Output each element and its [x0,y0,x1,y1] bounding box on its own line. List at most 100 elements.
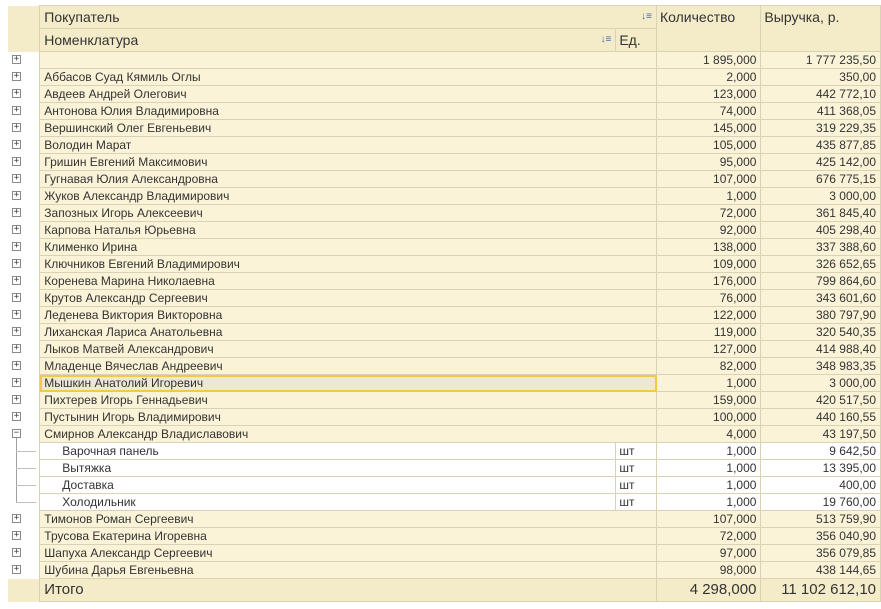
tree-cell: + [8,238,41,256]
plus-box-icon[interactable]: + [12,564,21,574]
buyer-name: Крутов Александр Сергеевич [39,289,657,307]
plus-box-icon[interactable]: + [12,394,21,404]
tree-cell: + [8,51,41,69]
plus-box-icon[interactable]: + [12,139,21,149]
row-qty: 72,000 [655,527,762,545]
plus-box-icon[interactable]: + [12,71,21,81]
plus-box-icon[interactable]: + [12,275,21,285]
group-row[interactable]: + Леденева Виктория Викторовна 122,000 380 … [8,306,881,324]
sort-icon[interactable]: ↓≡ [641,7,652,28]
group-row[interactable]: + Запозных Игорь Алексеевич 72,000 361 845,… [8,204,881,222]
plus-box-icon[interactable]: + [12,292,21,302]
minus-box-icon[interactable]: − [12,428,21,438]
column-header-item[interactable]: Номенклатура ↓≡ [39,28,617,52]
group-row[interactable]: + Лиханская Лариса Анатольевна 119,000 320 … [8,323,881,341]
group-row[interactable]: + Антонова Юлия Владимировна 74,000 411 368… [8,102,881,120]
group-row[interactable]: + Аббасов Суад Кямиль Оглы 2,000 350,00 [8,68,881,86]
row-qty: 145,000 [655,119,762,137]
tree-cell: + [8,255,41,273]
header-row-1: Покупатель ↓≡ Количество Выручка, р. [8,5,881,52]
buyer-name: Лыков Матвей Александрович [39,340,657,358]
group-row[interactable]: + Пихтерев Игорь Геннадьевич 159,000 420 51… [8,391,881,409]
buyer-name: Карпова Наталья Юрьевна [39,221,657,239]
tree-cell: + [8,221,41,239]
buyer-name: Пустынин Игорь Владимирович [39,408,657,426]
plus-box-icon[interactable]: + [12,309,21,319]
group-row[interactable]: + Пустынин Игорь Владимирович 100,000 440 1… [8,408,881,426]
buyer-name: Трусова Екатерина Игоревна [39,527,657,545]
tree-cell: + [8,357,41,375]
plus-box-icon[interactable]: + [12,88,21,98]
group-row[interactable]: + Шапуха Александр Сергеевич 97,000 356 079… [8,544,881,562]
tree-cell [8,493,41,511]
detail-row[interactable]: Варочная панель шт 1,000 9 642,50 [8,442,881,460]
plus-box-icon[interactable]: + [12,360,21,370]
plus-box-icon[interactable]: + [12,173,21,183]
group-row[interactable]: + Трусова Екатерина Игоревна 72,000 356 040… [8,527,881,545]
report-table: Покупатель ↓≡ Количество Выручка, р. Ном… [8,5,881,602]
detail-row[interactable]: Холодильник шт 1,000 19 760,00 [8,493,881,511]
group-row[interactable]: + Крутов Александр Сергеевич 76,000 343 601… [8,289,881,307]
plus-box-icon[interactable]: + [12,411,21,421]
column-header-unit[interactable]: Ед. [615,28,657,52]
column-header-revenue[interactable]: Выручка, р. [760,5,881,52]
plus-box-icon[interactable]: + [12,343,21,353]
group-row[interactable]: + Мышкин Анатолий Игоревич 1,000 3 000,00 [8,374,881,392]
group-row[interactable]: + Карпова Наталья Юрьевна 92,000 405 298,40 [8,221,881,239]
group-row[interactable]: + Гугнавая Юлия Александровна 107,000 676 7… [8,170,881,188]
buyer-name: Авдеев Андрей Олегович [39,85,657,103]
group-row[interactable]: + Гришин Евгений Максимович 95,000 425 142,… [8,153,881,171]
group-row[interactable]: + Жуков Александр Владимирович 1,000 3 000,… [8,187,881,205]
row-qty: 1,000 [655,187,762,205]
group-row[interactable]: − Смирнов Александр Владиславович 4,000 43 … [8,425,881,443]
buyer-name: Клименко Ирина [39,238,657,256]
row-qty: 1,000 [655,374,762,392]
item-name: Холодильник [39,493,617,511]
plus-box-icon[interactable]: + [12,513,21,523]
plus-box-icon[interactable]: + [12,530,21,540]
row-qty: 1,000 [655,442,762,460]
plus-box-icon[interactable]: + [12,224,21,234]
group-row[interactable]: + Вершинский Олег Евгеньевич 145,000 319 22… [8,119,881,137]
detail-row[interactable]: Доставка шт 1,000 400,00 [8,476,881,494]
group-row[interactable]: + Тимонов Роман Сергеевич 107,000 513 759,9… [8,510,881,528]
plus-box-icon[interactable]: + [12,241,21,251]
plus-box-icon[interactable]: + [12,54,21,64]
row-qty: 159,000 [655,391,762,409]
group-row[interactable]: + Шубина Дарья Евгеньевна 98,000 438 144,65 [8,561,881,579]
plus-box-icon[interactable]: + [12,377,21,387]
row-revenue: 442 772,10 [760,85,881,103]
group-row[interactable]: + Авдеев Андрей Олегович 123,000 442 772,10 [8,85,881,103]
plus-box-icon[interactable]: + [12,207,21,217]
group-row[interactable]: + Младенце Вячеслав Андреевич 82,000 348 98… [8,357,881,375]
tree-cell: + [8,527,41,545]
tree-cell [8,578,41,602]
row-qty: 176,000 [655,272,762,290]
row-qty: 107,000 [655,510,762,528]
row-qty: 122,000 [655,306,762,324]
total-revenue: 11 102 612,10 [760,578,881,602]
item-name: Вытяжка [39,459,617,477]
sort-icon[interactable]: ↓≡ [600,30,611,51]
group-row[interactable]: + Володин Марат 105,000 435 877,85 [8,136,881,154]
column-header-qty[interactable]: Количество [655,5,762,52]
group-row[interactable]: + Ключников Евгений Владимирович 109,000 32… [8,255,881,273]
column-header-buyer[interactable]: Покупатель ↓≡ [39,5,657,29]
detail-row[interactable]: Вытяжка шт 1,000 13 395,00 [8,459,881,477]
tree-cell: + [8,544,41,562]
top-summary-row[interactable]: + 1 895,000 1 777 235,50 [8,51,881,69]
row-qty: 92,000 [655,221,762,239]
tree-cell: + [8,408,41,426]
group-row[interactable]: + Коренева Марина Николаевна 176,000 799 86… [8,272,881,290]
plus-box-icon[interactable]: + [12,156,21,166]
group-row[interactable]: + Клименко Ирина 138,000 337 388,60 [8,238,881,256]
plus-box-icon[interactable]: + [12,105,21,115]
plus-box-icon[interactable]: + [12,190,21,200]
group-row[interactable]: + Лыков Матвей Александрович 127,000 414 98… [8,340,881,358]
plus-box-icon[interactable]: + [12,258,21,268]
buyer-name: Володин Марат [39,136,657,154]
plus-box-icon[interactable]: + [12,547,21,557]
plus-box-icon[interactable]: + [12,122,21,132]
plus-box-icon[interactable]: + [12,326,21,336]
tree-cell [8,442,41,460]
